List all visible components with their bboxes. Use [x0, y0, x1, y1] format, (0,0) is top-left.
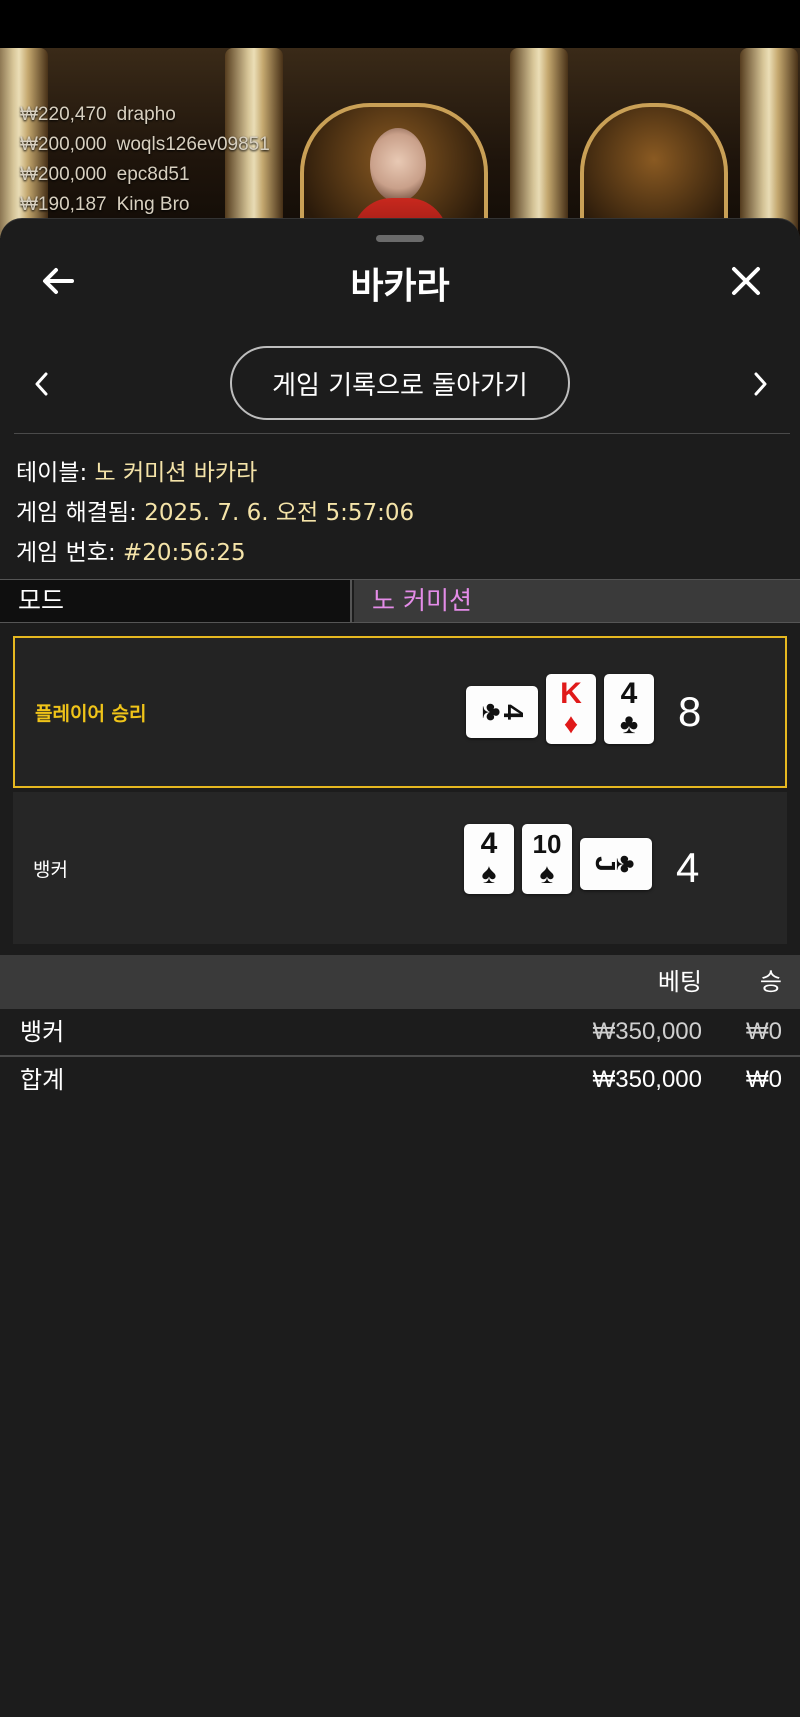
dealer-avatar — [370, 128, 426, 202]
total-label: 합계 — [20, 1066, 65, 1094]
playing-card: J ♣ — [580, 838, 652, 890]
player-hand-row: 플레이어 승리 ♣ 4 K ♦ 4 ♣ 8 — [13, 636, 787, 788]
close-icon[interactable] — [726, 261, 766, 301]
settled-value: 2025. 7. 6. 오전 5:57:06 — [144, 500, 415, 526]
banker-score: 4 — [676, 844, 700, 891]
column-header-bet: 베팅 — [657, 968, 702, 996]
playing-card: 10 ♠ — [522, 824, 572, 894]
total-row: 합계 ₩350,000 ₩0 — [0, 1057, 800, 1103]
game-number-label: 게임 번호: — [16, 540, 116, 566]
table-info: 테이블: 노 커미션 바카라 — [16, 453, 257, 487]
player-score: 8 — [678, 688, 702, 735]
game-number-info: 게임 번호: #20:56:25 — [16, 533, 246, 567]
game-number-value: #20:56:25 — [123, 540, 246, 566]
total-amount: ₩350,000 — [592, 1066, 702, 1093]
chevron-left-icon[interactable] — [30, 369, 54, 399]
divider — [14, 433, 790, 434]
playing-card: 4 ♠ — [464, 824, 514, 894]
table-row: 뱅커 ₩350,000 ₩0 — [0, 1009, 800, 1057]
winner-row: ₩220,470 drapho — [20, 104, 176, 125]
winner-row: ₩190,187 King Bro — [20, 194, 190, 215]
mode-row: 모드 노 커미션 — [0, 579, 800, 623]
decor-pillar — [510, 48, 568, 238]
bet-amount: ₩350,000 — [592, 1018, 702, 1045]
status-bar — [0, 0, 800, 48]
settled-info: 게임 해결됨: 2025. 7. 6. 오전 5:57:06 — [16, 493, 414, 527]
playing-card: 4 ♣ — [604, 674, 654, 744]
table-value: 노 커미션 바카라 — [94, 460, 258, 486]
chevron-right-icon[interactable] — [748, 369, 772, 399]
decor-pillar — [740, 48, 798, 238]
playing-card: ♣ 4 — [466, 686, 538, 738]
game-detail-sheet: 바카라 게임 기록으로 돌아가기 테이블: 노 커미션 바카라 게임 해결됨: … — [0, 218, 800, 1717]
player-result-label: 플레이어 승리 — [35, 702, 147, 725]
mode-value: 노 커미션 — [354, 580, 800, 622]
bets-table-header: 베팅 승 — [0, 955, 800, 1009]
settled-label: 게임 해결됨: — [16, 500, 137, 526]
column-header-win: 승 — [759, 968, 782, 996]
winner-row: ₩200,000 woqls126ev09851 — [20, 134, 270, 155]
page-title: 바카라 — [350, 266, 450, 307]
sheet-drag-handle[interactable] — [376, 235, 424, 242]
top-winners-list: ₩220,470 drapho ₩200,000 woqls126ev09851 ₩… — [20, 100, 270, 220]
winner-row: ₩200,000 epc8d51 — [20, 164, 190, 185]
bet-name: 뱅커 — [20, 1018, 65, 1046]
banker-label: 뱅커 — [33, 858, 68, 881]
bet-win: ₩0 — [746, 1018, 782, 1045]
total-win: ₩0 — [746, 1066, 782, 1093]
playing-card: K ♦ — [546, 674, 596, 744]
table-label: 테이블: — [16, 460, 88, 486]
back-to-history-button[interactable]: 게임 기록으로 돌아가기 — [230, 346, 570, 420]
banker-hand-row: 뱅커 4 ♠ 10 ♠ J ♣ 4 — [13, 792, 787, 944]
mode-label: 모드 — [0, 580, 352, 622]
